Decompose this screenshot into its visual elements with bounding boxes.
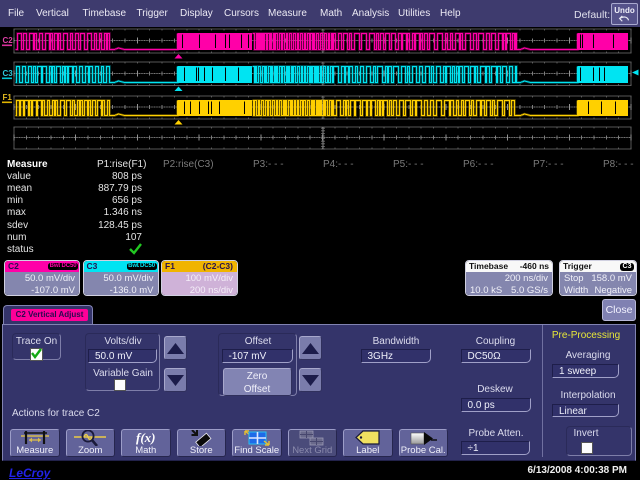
svg-text:C2: C2: [3, 36, 14, 45]
svg-text:F1: F1: [3, 93, 13, 102]
svg-text:C3: C3: [3, 69, 14, 78]
